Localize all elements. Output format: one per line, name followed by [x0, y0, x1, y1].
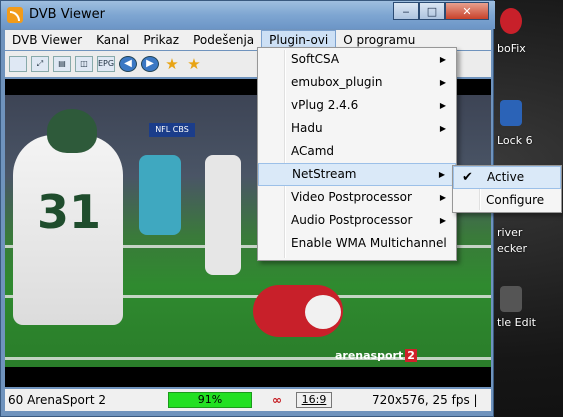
plugin-menu-dropdown: SoftCSA ▶ emubox_plugin ▶ vPlug 2.4.6 ▶ Had…	[257, 47, 457, 261]
menu-item-label: Enable WMA Multichannel	[291, 236, 447, 250]
submenu-arrow-icon: ▶	[439, 193, 446, 202]
favorite-star-icon[interactable]: ★	[163, 56, 181, 72]
menu-kanal[interactable]: Kanal	[89, 30, 136, 50]
favorites-list-star-icon[interactable]: ★	[185, 56, 203, 72]
menu-item-label: Audio Postprocessor	[291, 213, 413, 227]
close-button[interactable]: ✕	[445, 2, 489, 20]
netstream-submenu: ✔ Active Configure	[452, 165, 562, 213]
broadcast-logo: NFL CBS	[149, 123, 195, 137]
menu-item-label: emubox_plugin	[291, 75, 383, 89]
video-resolution: 720x576, 25 fps |	[372, 393, 478, 407]
menu-dvb-viewer[interactable]: DVB Viewer	[5, 30, 89, 50]
menu-item-label: ACamd	[291, 144, 335, 158]
menu-item-hadu[interactable]: Hadu ▶	[258, 117, 456, 140]
fullscreen-icon[interactable]: ⤢	[31, 56, 49, 72]
signal-strength-bar: 91%	[168, 392, 252, 408]
menu-item-softcsa[interactable]: SoftCSA ▶	[258, 48, 456, 71]
desktop-label-1[interactable]: boFix	[497, 42, 526, 55]
window-title: DVB Viewer	[29, 7, 105, 22]
record-icon[interactable]: ∞	[262, 393, 292, 407]
desktop-label-5[interactable]: tle Edit	[497, 316, 536, 329]
window-controls: ‒ □ ✕	[393, 2, 489, 20]
teletext-icon[interactable]: ▤	[53, 56, 71, 72]
menu-item-netstream[interactable]: NetStream ▶	[258, 163, 456, 186]
menu-item-vplug[interactable]: vPlug 2.4.6 ▶	[258, 94, 456, 117]
submenu-arrow-icon: ▶	[439, 124, 446, 133]
watermark-number: 2	[405, 349, 417, 362]
menu-item-video-postprocessor[interactable]: Video Postprocessor ▶	[258, 186, 456, 209]
player-helmet	[305, 295, 341, 329]
menu-item-audio-postprocessor[interactable]: Audio Postprocessor ▶	[258, 209, 456, 232]
desktop-icon-2[interactable]	[500, 100, 522, 126]
menu-item-label: Configure	[486, 193, 545, 207]
maximize-button[interactable]: □	[419, 2, 445, 20]
menu-podesenja[interactable]: Podešenja	[186, 30, 261, 50]
window-mode-icon[interactable]	[9, 56, 27, 72]
menu-item-label: Video Postprocessor	[291, 190, 412, 204]
submenu-arrow-icon: ▶	[439, 78, 446, 87]
sideline-person	[205, 155, 241, 275]
current-channel: 60 ArenaSport 2	[8, 393, 106, 407]
menu-item-label: SoftCSA	[291, 52, 340, 66]
field-line	[5, 357, 491, 360]
desktop-label-3[interactable]: river	[497, 226, 522, 239]
forward-arrow-icon[interactable]: ▶	[141, 56, 159, 72]
channel-watermark: arenasport 2	[335, 349, 417, 362]
submenu-arrow-icon: ▶	[438, 170, 445, 179]
back-arrow-icon[interactable]: ◀	[119, 56, 137, 72]
status-bar: 60 ArenaSport 2 91% ∞ 16:9 720x576, 25 f…	[5, 389, 491, 411]
submenu-arrow-icon: ▶	[439, 101, 446, 110]
menu-item-label: Hadu	[291, 121, 323, 135]
menu-item-label: vPlug 2.4.6	[291, 98, 359, 112]
rss-app-icon	[7, 7, 23, 23]
player-helmet	[47, 109, 97, 153]
submenu-arrow-icon: ▶	[439, 216, 446, 225]
menu-prikaz[interactable]: Prikaz	[136, 30, 186, 50]
menu-item-active[interactable]: ✔ Active	[453, 166, 561, 189]
epg-icon[interactable]: EPG	[97, 56, 115, 72]
checkmark-icon: ✔	[462, 170, 473, 185]
football-player: 31	[13, 135, 123, 325]
aspect-ratio-button[interactable]: 16:9	[296, 392, 332, 408]
submenu-arrow-icon: ▶	[439, 55, 446, 64]
menu-item-label: NetStream	[292, 167, 357, 181]
menu-item-emubox-plugin[interactable]: emubox_plugin ▶	[258, 71, 456, 94]
desktop-icon-3[interactable]	[500, 286, 522, 312]
desktop-label-4[interactable]: ecker	[497, 242, 527, 255]
watermark-text: arenasport	[335, 349, 404, 362]
menu-item-acamd[interactable]: ACamd	[258, 140, 456, 163]
desktop-icon-1[interactable]	[500, 8, 522, 34]
minimize-button[interactable]: ‒	[393, 2, 419, 20]
sideline-person	[139, 155, 181, 235]
snapshot-icon[interactable]: ◫	[75, 56, 93, 72]
desktop-label-2[interactable]: Lock 6	[497, 134, 533, 147]
title-bar[interactable]: DVB Viewer ‒ □ ✕	[1, 1, 495, 29]
jersey-number: 31	[37, 185, 102, 239]
menu-item-enable-wma-multichannel[interactable]: Enable WMA Multichannel	[258, 232, 456, 255]
menu-item-configure[interactable]: Configure	[453, 189, 561, 212]
menu-item-label: Active	[487, 170, 525, 184]
